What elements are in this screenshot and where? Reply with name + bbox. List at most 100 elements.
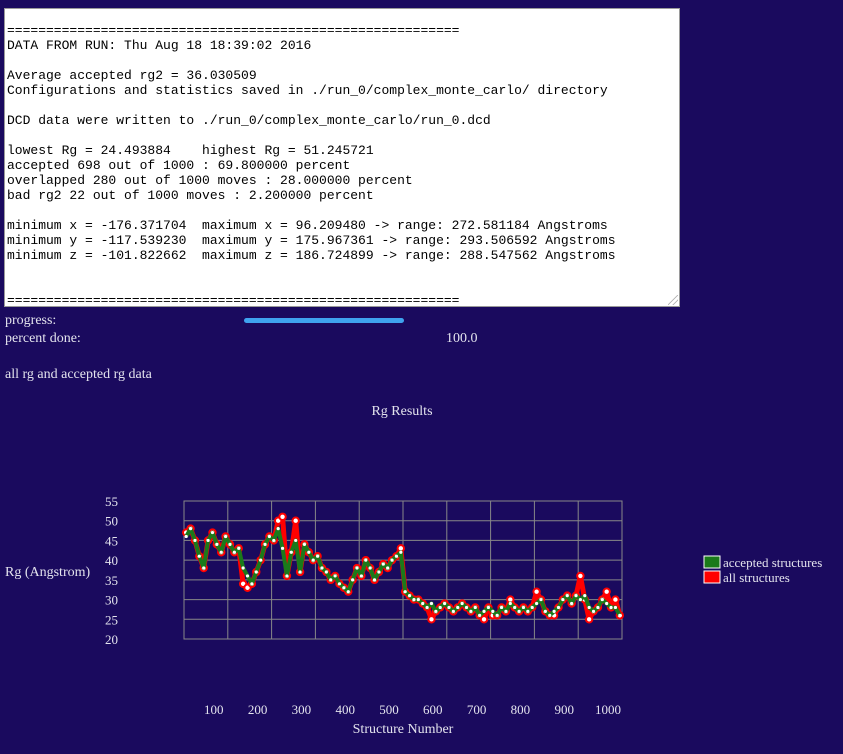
x-tick-label: 900 (554, 702, 574, 717)
data-point-all (479, 615, 489, 624)
data-point-accepted (429, 601, 434, 606)
data-point-accepted (272, 538, 276, 543)
data-point-accepted (324, 570, 328, 574)
data-point-accepted (390, 558, 394, 562)
data-point-accepted (280, 546, 285, 550)
data-point-accepted (570, 601, 574, 606)
x-tick-label: 200 (248, 702, 268, 717)
data-point-accepted (600, 597, 604, 602)
data-point-accepted (267, 534, 272, 539)
data-point-accepted (552, 609, 556, 613)
data-point-accepted (534, 601, 539, 606)
data-point-accepted (188, 527, 193, 531)
data-point-accepted (447, 605, 451, 610)
data-point-accepted (206, 538, 210, 543)
data-point-accepted (381, 562, 385, 566)
data-point-accepted (342, 586, 346, 590)
data-point-accepted (469, 609, 473, 613)
data-point-accepted (377, 570, 381, 574)
data-point-accepted (210, 530, 215, 535)
log-line: ========================================… (7, 23, 460, 38)
y-tick-label: 45 (105, 533, 118, 548)
data-point-accepted (320, 566, 324, 570)
chart-title: Rg Results (371, 404, 432, 419)
resize-grip-icon[interactable] (668, 295, 678, 305)
data-point-accepted (394, 554, 399, 558)
progress-bar-fill (244, 318, 404, 323)
log-line: Average accepted rg2 = 36.030509 (7, 68, 257, 83)
data-point-accepted (285, 574, 289, 578)
section-heading: all rg and accepted rg data (5, 367, 152, 382)
y-tick-label: 30 (105, 593, 118, 608)
data-point-all (291, 516, 300, 525)
data-point-accepted (302, 542, 307, 546)
data-point-accepted (438, 605, 442, 610)
data-point-accepted (298, 570, 302, 574)
rg-results-chart: Rg Results Rg (Angstrom) Structure Numbe… (5, 404, 822, 737)
data-point-accepted (250, 582, 254, 586)
data-point-accepted (530, 605, 534, 610)
data-point-accepted (197, 554, 201, 558)
data-point-accepted (333, 574, 337, 578)
data-point-accepted (434, 609, 438, 613)
data-point-accepted (613, 605, 618, 610)
data-point-accepted (355, 566, 359, 570)
log-line: Configurations and statistics saved in .… (7, 83, 608, 98)
data-point-accepted (508, 601, 512, 606)
data-point-accepted (359, 574, 363, 578)
y-tick-label: 35 (105, 573, 118, 588)
log-line: minimum y = -117.539230 maximum y = 175.… (7, 233, 616, 248)
data-point-accepted (486, 605, 491, 610)
data-point-accepted (421, 601, 425, 606)
data-point-accepted (254, 570, 258, 574)
log-line: DCD data were written to ./run_0/complex… (7, 113, 491, 128)
data-point-accepted (259, 558, 263, 562)
data-point-accepted (219, 550, 223, 554)
data-point-accepted (495, 613, 499, 617)
run-log-textarea[interactable]: ========================================… (4, 8, 680, 307)
data-point-accepted (224, 534, 228, 539)
data-point-accepted (337, 582, 342, 586)
data-point-all (532, 587, 541, 596)
data-point-accepted (605, 601, 609, 606)
data-point-accepted (596, 605, 600, 610)
log-line: ========================================… (7, 293, 460, 307)
data-point-accepted (539, 597, 543, 602)
data-point-accepted (521, 605, 526, 610)
y-tick-label: 50 (105, 514, 118, 529)
data-point-accepted (245, 574, 250, 578)
data-point-accepted (263, 542, 267, 546)
x-tick-label: 500 (379, 702, 399, 717)
data-point-accepted (232, 550, 236, 554)
log-line: minimum z = -101.822662 maximum z = 186.… (7, 248, 616, 263)
data-point-accepted (193, 538, 197, 543)
data-point-accepted (583, 594, 587, 598)
y-tick-label: 20 (105, 632, 118, 647)
data-point-accepted (578, 597, 582, 602)
data-point-accepted (587, 605, 591, 610)
data-point-accepted (311, 558, 315, 562)
data-point-accepted (184, 534, 188, 539)
data-point-accepted (609, 605, 613, 610)
data-point-accepted (451, 609, 455, 613)
y-tick-label: 40 (105, 553, 118, 568)
data-point-accepted (543, 609, 547, 613)
data-point-all (611, 595, 620, 604)
percent-done-value: 100.0 (446, 331, 478, 346)
data-point-accepted (561, 597, 565, 602)
data-point-accepted (289, 550, 293, 554)
data-point-accepted (346, 590, 350, 594)
data-point-accepted (464, 605, 469, 610)
data-point-accepted (504, 609, 508, 613)
x-tick-label: 100 (204, 702, 224, 717)
data-point-accepted (425, 605, 429, 610)
data-point-accepted (460, 601, 464, 606)
x-axis-label: Structure Number (353, 722, 454, 737)
data-point-accepted (412, 597, 416, 602)
data-point-accepted (517, 609, 521, 613)
